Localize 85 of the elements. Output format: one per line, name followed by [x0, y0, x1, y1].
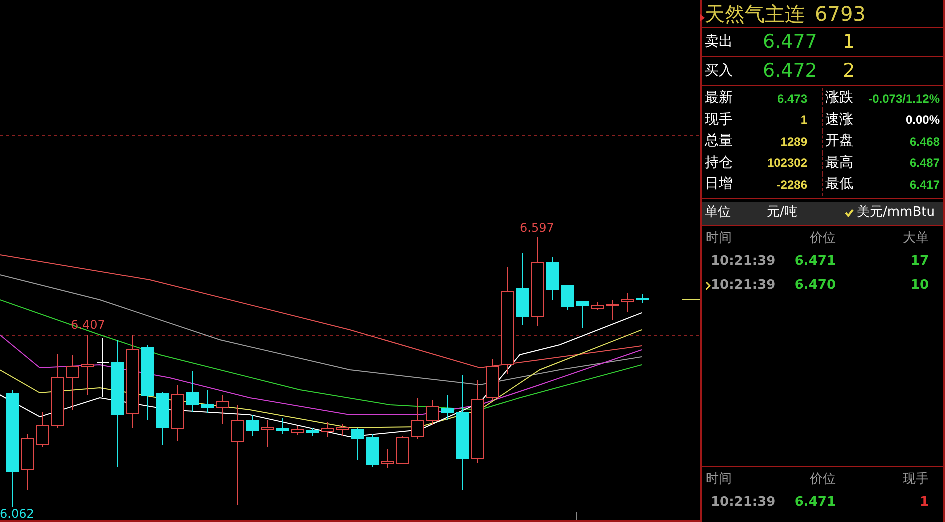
unit-option[interactable]: 美元/mmBtu	[845, 203, 935, 223]
candlestick	[66, 354, 80, 410]
stat-value: 0.00%	[906, 112, 940, 130]
stat-value: 6.417	[910, 176, 940, 194]
candlestick	[636, 294, 650, 304]
marker-icon	[700, 14, 705, 22]
stat-label: 现手	[705, 110, 733, 130]
candlestick	[562, 286, 574, 310]
stat-label: 最低	[826, 175, 854, 194]
row-marker-icon	[706, 282, 711, 290]
candlestick	[156, 392, 170, 446]
high-price-label: 6.597	[520, 222, 554, 234]
contract-code: 6793	[815, 0, 866, 28]
stat-value: 6.487	[910, 155, 940, 172]
stat-label: 速涨	[826, 110, 854, 130]
stat-value: 102302	[767, 155, 808, 172]
candlestick	[82, 334, 94, 396]
order-side-label: 买入	[705, 62, 734, 80]
candlestick	[22, 434, 34, 490]
order-volume: 1	[843, 30, 856, 55]
candlestick	[172, 384, 184, 442]
candlestick	[576, 302, 590, 328]
candlestick	[202, 390, 214, 414]
candlestick	[442, 394, 454, 420]
candlestick	[352, 428, 364, 460]
order-side-label: 卖出	[705, 32, 734, 52]
price-cell-text: 6.471	[794, 494, 836, 512]
stat-label: 开盘	[826, 132, 854, 152]
stat-value: 1	[800, 112, 808, 130]
price-label: 6.407	[71, 319, 106, 331]
volume-cell-text: 10	[910, 276, 930, 295]
time-cell-text: 10:21:39	[711, 276, 776, 295]
order-price: 6.477	[763, 30, 818, 55]
stat-value: 1289	[780, 134, 808, 151]
order-price: 6.472	[763, 58, 818, 84]
candlestick	[336, 424, 350, 436]
stat-value: -0.073/1.12%	[868, 90, 940, 108]
column-header: 价位	[809, 471, 836, 490]
candlestick	[396, 436, 410, 464]
candlestick	[36, 412, 50, 448]
price-cell-text: 6.471	[794, 252, 836, 271]
candlestick	[412, 398, 424, 440]
candlestick	[606, 300, 620, 320]
check-icon	[845, 209, 854, 217]
candlestick	[382, 448, 394, 468]
volume-cell-text: 1	[918, 494, 930, 512]
stat-label: 最新	[705, 89, 733, 108]
candlestick	[622, 292, 634, 312]
candlestick	[426, 400, 440, 426]
unit-label: 单位	[705, 204, 732, 222]
contract-name: 天然气主连	[705, 0, 805, 28]
column-header: 时间	[706, 230, 733, 248]
stat-label: 涨跌	[826, 89, 854, 108]
low-price-label: 6.062	[0, 508, 34, 520]
column-header: 现手	[902, 471, 930, 490]
candlestick	[366, 434, 380, 468]
time-cell-text: 10:21:39	[711, 494, 776, 512]
unit-option[interactable]: 元/吨	[767, 203, 845, 223]
candlestick	[276, 418, 290, 434]
stat-label: 最高	[826, 154, 854, 173]
candlestick	[306, 428, 320, 436]
candlestick	[546, 256, 560, 300]
stat-label: 日增	[705, 175, 733, 194]
candlestick	[96, 338, 110, 398]
candlestick	[246, 414, 260, 436]
stat-value: 6.468	[910, 134, 940, 151]
candlestick	[292, 426, 304, 436]
price-cell-text: 6.470	[794, 276, 836, 295]
order-volume: 2	[843, 58, 856, 84]
tick-mark	[576, 512, 578, 520]
candlestick	[262, 420, 274, 448]
column-header: 时间	[706, 471, 733, 490]
candlestick	[592, 302, 604, 310]
stat-label: 持仓	[705, 154, 733, 173]
stat-value: 6.473	[777, 90, 808, 108]
candlestick	[322, 422, 334, 438]
candlestick	[216, 394, 230, 424]
time-cell-text: 10:21:39	[711, 252, 776, 271]
candlestick	[486, 358, 500, 400]
column-header: 价位	[809, 230, 836, 248]
stat-label: 总量	[705, 132, 733, 152]
column-header: 大单	[902, 230, 930, 248]
stat-value: -2286	[776, 176, 808, 194]
volume-cell-text: 17	[910, 252, 930, 271]
candlestick	[186, 370, 200, 412]
